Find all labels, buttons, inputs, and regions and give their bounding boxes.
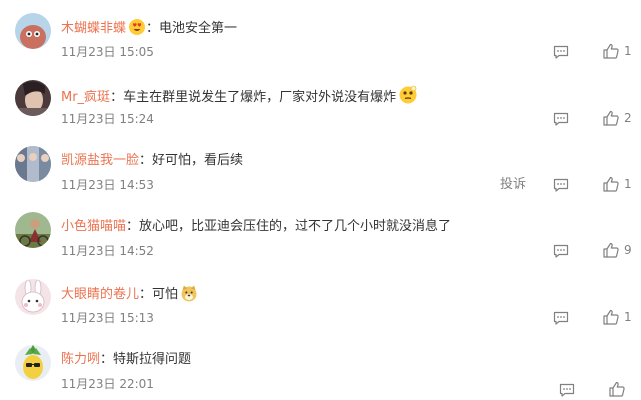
timestamp: 11月23日 22:01 — [61, 377, 154, 391]
separator: ： — [110, 90, 124, 105]
comment-text: 电池安全第一 — [159, 21, 238, 36]
avatar[interactable] — [15, 212, 51, 248]
username-link[interactable]: 小色猫喵喵 — [61, 219, 126, 234]
avatar-image — [15, 80, 51, 116]
reply-button[interactable] — [552, 309, 570, 327]
reply-button[interactable] — [552, 176, 570, 194]
avatar[interactable] — [15, 80, 51, 116]
timestamp: 11月23日 15:05 — [61, 45, 154, 59]
heart-eyes-emoji-icon — [128, 18, 146, 43]
like-button[interactable]: 1 — [602, 42, 632, 62]
thumbs-up-icon — [603, 176, 619, 192]
comment-item: Mr_疯珽：车主在群里说发生了爆炸，厂家对外说没有爆炸 11月23日 15:24… — [0, 80, 641, 146]
like-count: 2 — [624, 111, 632, 125]
comment-line: 小色猫喵喵：放心吧，比亚迪会压住的，过不了几个小时就没消息了 — [61, 217, 451, 237]
reply-button[interactable] — [552, 43, 570, 61]
avatar[interactable] — [15, 279, 51, 315]
separator: ： — [139, 287, 153, 302]
avatar[interactable] — [15, 345, 51, 381]
avatar[interactable] — [15, 146, 51, 182]
comment-text: 可怕 — [152, 287, 179, 302]
like-count: 9 — [624, 243, 632, 257]
reply-button[interactable] — [558, 381, 576, 399]
reply-button[interactable] — [552, 110, 570, 128]
thumbs-up-icon — [609, 381, 625, 397]
like-button[interactable]: 2 — [602, 109, 632, 129]
like-count: 1 — [624, 44, 632, 58]
comment-item: 大眼睛的卷儿：可怕 11月23日 15:13 1 — [0, 279, 641, 345]
reply-button[interactable] — [552, 242, 570, 260]
comment-text: 车主在群里说发生了爆炸，厂家对外说没有爆炸 — [123, 90, 397, 105]
comment-list: 木蝴蝶非蝶 ：电池安全第一 11月23日 15:05 1 Mr_疯珽：车主在群里说… — [0, 0, 641, 400]
comment-line: 凯源盐我一脸：好可怕，看后续 — [61, 151, 243, 171]
like-button[interactable]: 9 — [602, 241, 632, 261]
username-link[interactable]: 大眼睛的卷儿 — [61, 287, 139, 302]
comment-item: 凯源盐我一脸：好可怕，看后续 11月23日 14:53 投诉 1 — [0, 146, 641, 212]
like-button[interactable] — [608, 380, 630, 400]
doge-emoji-icon — [180, 284, 198, 309]
comment-line: Mr_疯珽：车主在群里说发生了爆炸，厂家对外说没有爆炸 — [61, 85, 418, 112]
like-button[interactable]: 1 — [602, 308, 632, 328]
username-link[interactable]: Mr_疯珽 — [61, 90, 110, 105]
separator: ： — [126, 219, 140, 234]
comment-text: 放心吧，比亚迪会压住的，过不了几个小时就没消息了 — [139, 219, 452, 234]
report-button[interactable]: 投诉 — [500, 176, 526, 194]
comment-bubble-icon — [553, 311, 569, 325]
thinking-emoji-icon — [398, 85, 418, 112]
comment-line: 大眼睛的卷儿：可怕 — [61, 284, 198, 309]
comment-item: 陈力咧：特斯拉得问题 11月23日 22:01 — [0, 345, 641, 400]
comment-bubble-icon — [553, 112, 569, 126]
avatar-image — [15, 146, 51, 182]
username-link[interactable]: 木蝴蝶非蝶 — [61, 21, 126, 36]
comment-text: 好可怕，看后续 — [152, 153, 244, 168]
avatar-image — [15, 13, 51, 49]
comment-bubble-icon — [553, 244, 569, 258]
avatar-image — [15, 345, 51, 381]
username-link[interactable]: 陈力咧 — [61, 352, 100, 367]
thumbs-up-icon — [603, 43, 619, 59]
like-button[interactable]: 1 — [602, 175, 632, 195]
like-count: 1 — [624, 177, 632, 191]
timestamp: 11月23日 15:24 — [61, 112, 154, 126]
separator: ： — [139, 153, 153, 168]
comment-item: 小色猫喵喵：放心吧，比亚迪会压住的，过不了几个小时就没消息了 11月23日 14… — [0, 212, 641, 278]
separator: ： — [146, 21, 160, 36]
avatar[interactable] — [15, 13, 51, 49]
separator: ： — [100, 352, 114, 367]
avatar-image — [15, 279, 51, 315]
comment-line: 陈力咧：特斯拉得问题 — [61, 350, 191, 370]
comment-bubble-icon — [559, 383, 575, 397]
comment-text: 特斯拉得问题 — [113, 352, 192, 367]
timestamp: 11月23日 15:13 — [61, 311, 154, 325]
thumbs-up-icon — [603, 110, 619, 126]
avatar-image — [15, 212, 51, 248]
comment-line: 木蝴蝶非蝶 ：电池安全第一 — [61, 18, 237, 43]
comment-bubble-icon — [553, 178, 569, 192]
timestamp: 11月23日 14:52 — [61, 244, 154, 258]
thumbs-up-icon — [603, 242, 619, 258]
timestamp: 11月23日 14:53 — [61, 178, 154, 192]
comment-bubble-icon — [553, 45, 569, 59]
comment-item: 木蝴蝶非蝶 ：电池安全第一 11月23日 15:05 1 — [0, 13, 641, 79]
thumbs-up-icon — [603, 309, 619, 325]
username-link[interactable]: 凯源盐我一脸 — [61, 153, 139, 168]
like-count: 1 — [624, 310, 632, 324]
